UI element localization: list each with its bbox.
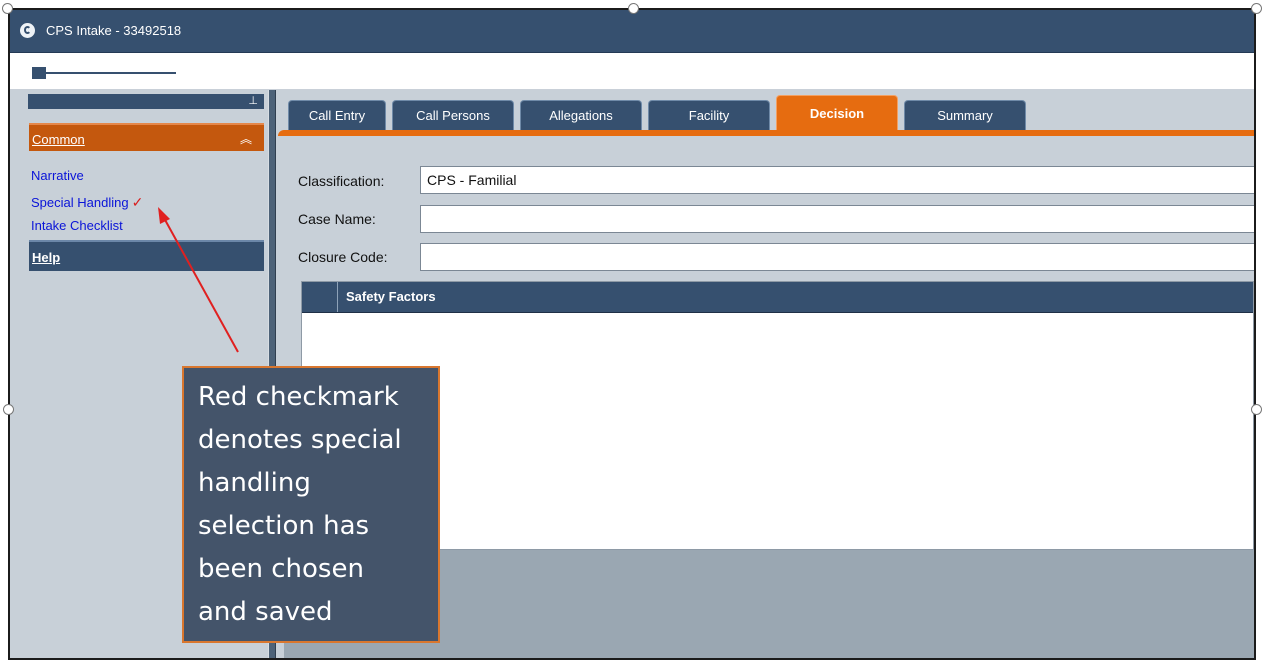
double-chevron-up-icon[interactable]: ︽	[240, 130, 252, 147]
tab-decision[interactable]: Decision	[776, 95, 898, 130]
toolbar	[10, 53, 1254, 90]
zoom-slider-thumb[interactable]	[32, 67, 46, 79]
window-title: CPS Intake - 33492518	[46, 23, 182, 38]
red-checkmark-icon: ✓	[131, 194, 144, 210]
sidebar-header: ⊥	[28, 94, 264, 109]
resize-handle-top-center[interactable]	[628, 3, 639, 14]
closure-code-field[interactable]	[420, 243, 1254, 271]
safety-factors-grid-header: Safety Factors	[302, 282, 1253, 313]
resize-handle-middle-right[interactable]	[1251, 404, 1262, 415]
tab-call-persons[interactable]: Call Persons	[392, 100, 514, 130]
title-bar: CPS Intake - 33492518	[10, 10, 1254, 53]
zoom-slider-track[interactable]	[46, 72, 176, 74]
help-section-label: Help	[32, 250, 61, 265]
sidebar-item-label: Special Handling	[31, 195, 129, 210]
tab-summary[interactable]: Summary	[904, 100, 1026, 130]
classification-field[interactable]	[420, 166, 1254, 194]
tab-allegations[interactable]: Allegations	[520, 100, 642, 130]
resize-handle-top-right[interactable]	[1251, 3, 1262, 14]
resize-handle-top-left[interactable]	[2, 3, 13, 14]
callout-line: Red checkmark	[198, 382, 399, 412]
grid-select-all-cell[interactable]	[302, 282, 338, 312]
callout-line: selection has	[198, 511, 370, 541]
safety-factors-title: Safety Factors	[346, 289, 436, 304]
callout-line: handling	[198, 468, 311, 498]
app-logo-icon	[20, 23, 35, 38]
sidebar-item-intake-checklist[interactable]: Intake Checklist	[31, 218, 123, 233]
annotation-callout: Red checkmark denotes special handling s…	[182, 366, 440, 643]
callout-line: and saved	[198, 597, 333, 627]
sidebar-item-label: Intake Checklist	[31, 218, 123, 233]
safety-factors-grid: Safety Factors	[301, 281, 1254, 550]
case-name-label: Case Name:	[298, 211, 376, 227]
case-name-field[interactable]	[420, 205, 1254, 233]
resize-handle-middle-left[interactable]	[3, 404, 14, 415]
common-section-header[interactable]: Common ︽	[29, 123, 264, 151]
sidebar-item-special-handling[interactable]: Special Handling ✓	[31, 194, 143, 211]
pin-icon[interactable]: ⊥	[248, 94, 258, 109]
callout-line: denotes special	[198, 425, 402, 455]
closure-code-label: Closure Code:	[298, 249, 388, 265]
sidebar-item-narrative[interactable]: Narrative	[31, 168, 84, 183]
tab-facility[interactable]: Facility	[648, 100, 770, 130]
tab-call-entry[interactable]: Call Entry	[288, 100, 386, 130]
callout-line: been chosen	[198, 554, 364, 584]
classification-label: Classification:	[298, 173, 385, 189]
help-section-header[interactable]: Help	[29, 240, 264, 271]
common-section-label: Common	[32, 132, 85, 147]
sidebar-item-label: Narrative	[31, 168, 84, 183]
